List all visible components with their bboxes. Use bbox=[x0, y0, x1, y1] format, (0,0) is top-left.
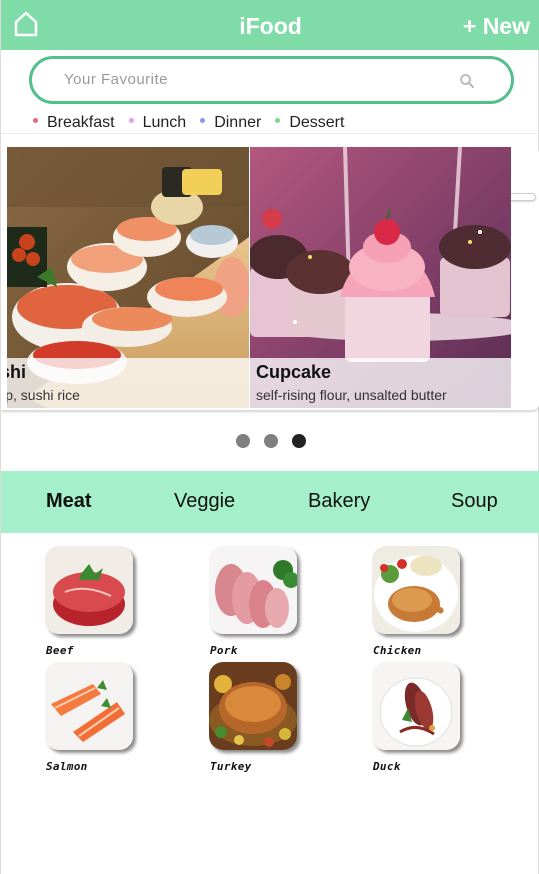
beef-image bbox=[45, 546, 133, 634]
carousel-pager bbox=[236, 434, 320, 448]
food-item-salmon[interactable]: Salmon bbox=[45, 662, 135, 773]
filter-label: Breakfast bbox=[47, 114, 115, 131]
tab-bakery[interactable]: Bakery bbox=[308, 490, 370, 513]
filter-dessert[interactable]: Dessert bbox=[275, 114, 344, 132]
pork-image bbox=[209, 546, 297, 634]
featured-carousel[interactable]: ushi hrimp, sushi rice bbox=[1, 133, 539, 413]
filter-label: Dinner bbox=[214, 114, 262, 131]
food-item-pork[interactable]: Pork bbox=[209, 546, 299, 657]
turkey-thumbnail bbox=[209, 662, 297, 750]
food-label: Turkey bbox=[210, 760, 252, 773]
tab-soup[interactable]: Soup bbox=[451, 490, 498, 513]
beef-thumbnail bbox=[45, 546, 133, 634]
category-tabs: Meat Veggie Bakery Soup bbox=[1, 471, 539, 533]
filter-lunch[interactable]: Lunch bbox=[128, 114, 187, 132]
food-label: Chicken bbox=[373, 644, 422, 657]
new-recipe-button[interactable]: + New bbox=[463, 13, 530, 40]
lunch-dot-icon bbox=[128, 117, 134, 123]
breakfast-dot-icon bbox=[33, 117, 38, 123]
slide-caption: ushi hrimp, sushi rice bbox=[7, 358, 249, 408]
duck-thumbnail bbox=[372, 662, 460, 750]
meal-filter-bar: Breakfast Lunch Dinner Dessert bbox=[33, 113, 358, 133]
food-label: Duck bbox=[373, 760, 401, 773]
tab-meat[interactable]: Meat bbox=[46, 490, 92, 513]
pager-dot-3[interactable] bbox=[292, 434, 306, 448]
filter-label: Lunch bbox=[142, 114, 187, 131]
duck-image bbox=[372, 662, 460, 750]
pork-thumbnail bbox=[209, 546, 297, 634]
turkey-image bbox=[209, 662, 297, 750]
slide-subtitle: self-rising flour, unsalted butter bbox=[256, 387, 447, 403]
food-label: Salmon bbox=[46, 760, 88, 773]
search-input[interactable] bbox=[64, 71, 444, 88]
carousel-slide-sushi[interactable]: ushi hrimp, sushi rice bbox=[7, 147, 249, 408]
pager-dot-1[interactable] bbox=[236, 434, 250, 448]
search-box[interactable] bbox=[29, 56, 514, 104]
search-icon[interactable] bbox=[459, 73, 475, 89]
dessert-dot-icon bbox=[275, 117, 281, 123]
carousel-scroll-handle[interactable] bbox=[508, 193, 536, 201]
food-item-duck[interactable]: Duck bbox=[372, 662, 462, 773]
filter-breakfast[interactable]: Breakfast bbox=[33, 114, 115, 132]
slide-caption: Cupcake self-rising flour, unsalted butt… bbox=[250, 358, 511, 408]
app-title: iFood bbox=[239, 13, 302, 39]
app-header: iFood + New bbox=[1, 0, 539, 50]
salmon-image bbox=[45, 662, 133, 750]
salmon-thumbnail bbox=[45, 662, 133, 750]
chicken-image bbox=[372, 546, 460, 634]
tab-veggie[interactable]: Veggie bbox=[174, 490, 235, 513]
slide-title: Cupcake bbox=[256, 362, 332, 382]
slide-subtitle: hrimp, sushi rice bbox=[7, 387, 80, 403]
food-item-beef[interactable]: Beef bbox=[45, 546, 135, 657]
carousel-slide-cupcake[interactable]: Cupcake self-rising flour, unsalted butt… bbox=[250, 147, 511, 408]
dinner-dot-icon bbox=[200, 117, 206, 123]
filter-dinner[interactable]: Dinner bbox=[200, 114, 261, 132]
food-label: Beef bbox=[46, 644, 74, 657]
filter-label: Dessert bbox=[289, 114, 345, 131]
pager-dot-2[interactable] bbox=[264, 434, 278, 448]
slide-title: ushi bbox=[7, 362, 27, 382]
chicken-thumbnail bbox=[372, 546, 460, 634]
food-label: Pork bbox=[210, 644, 238, 657]
food-item-turkey[interactable]: Turkey bbox=[209, 662, 299, 773]
food-item-chicken[interactable]: Chicken bbox=[372, 546, 462, 657]
